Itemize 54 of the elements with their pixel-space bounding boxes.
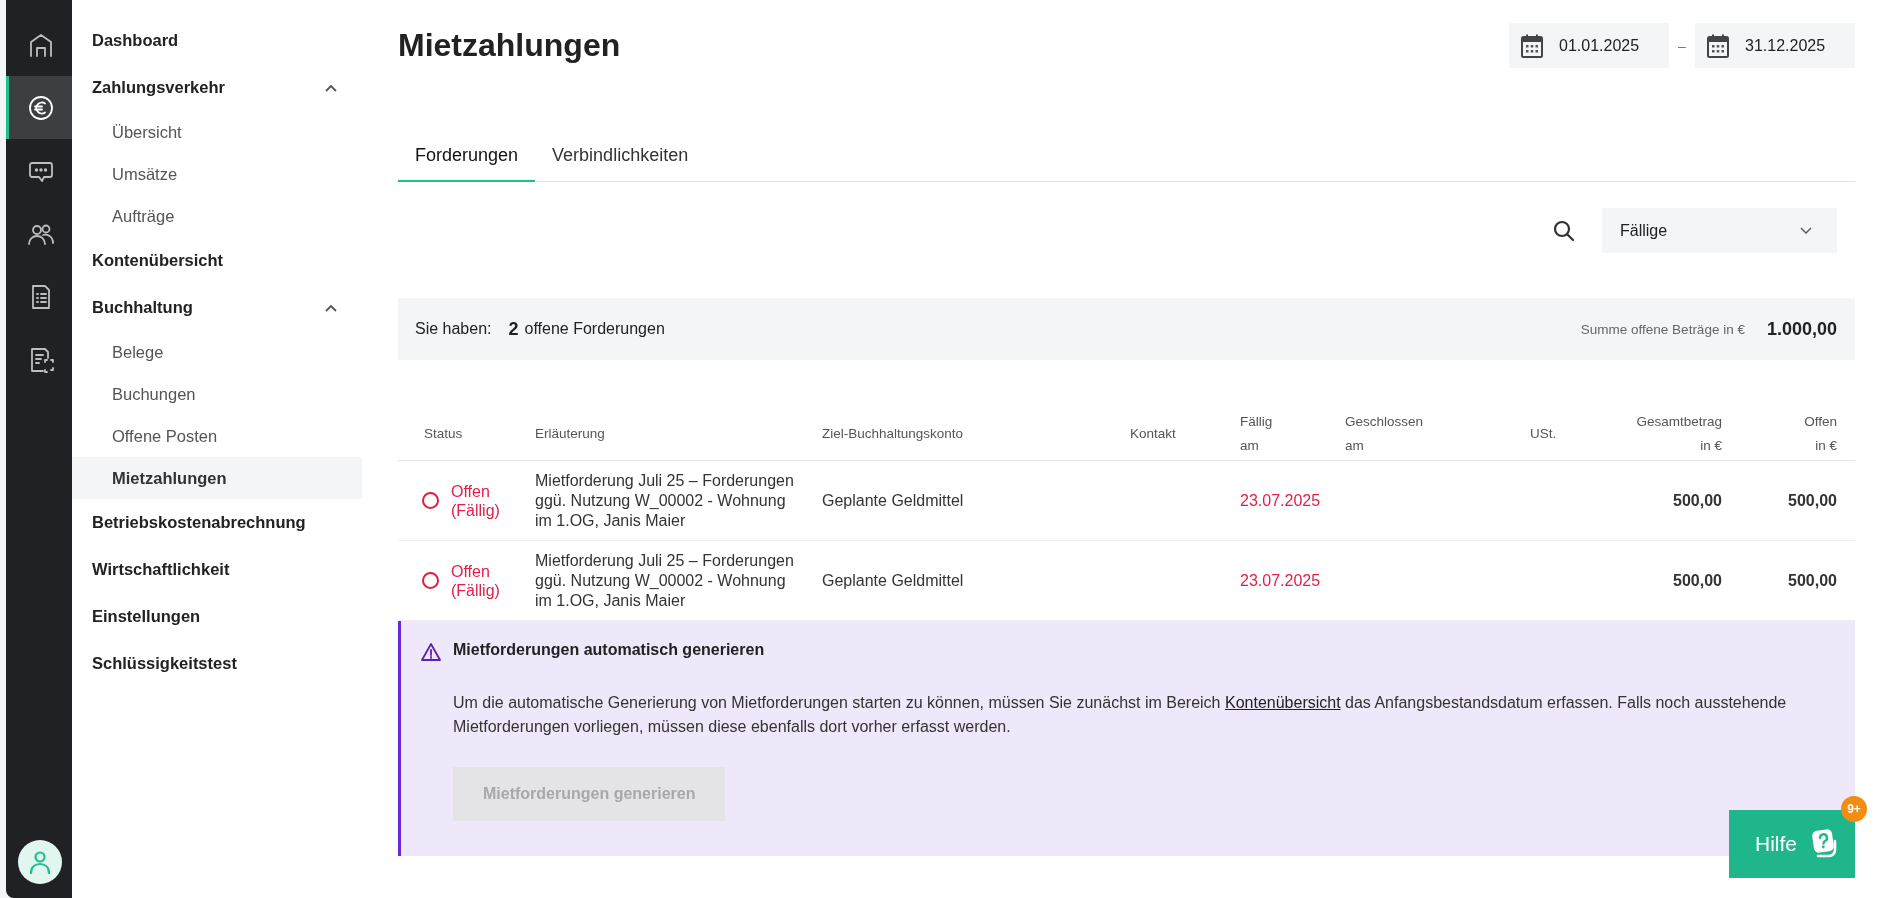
calendar-icon	[1707, 33, 1729, 58]
sidebar-subitem[interactable]: Umsätze	[72, 153, 362, 195]
sidebar-subitem[interactable]: Buchungen	[72, 373, 362, 415]
filter-dropdown[interactable]: Fällige	[1602, 208, 1837, 253]
column-header: Fällig am	[1240, 413, 1273, 455]
sidebar-item[interactable]: Buchhaltung	[72, 284, 362, 331]
column-header: Ziel-Buchhaltungskonto	[822, 425, 964, 443]
page-title: Mietzahlungen	[398, 27, 621, 64]
sidebar-subitem[interactable]: Übersicht	[72, 111, 362, 153]
sidebar-item[interactable]: Kontenübersicht	[72, 237, 362, 284]
column-header: Offen in €	[1804, 413, 1837, 455]
summary-count: 2	[508, 318, 519, 340]
link[interactable]: Kontenübersicht	[1224, 694, 1341, 711]
status-text: Offen (Fällig)	[451, 481, 501, 520]
calendar-icon	[1521, 33, 1543, 58]
column-header: USt.	[1530, 425, 1557, 443]
search-icon[interactable]	[1552, 218, 1576, 243]
status-text: Offen (Fällig)	[451, 561, 501, 600]
sidebar-subitem[interactable]: Offene Posten	[72, 415, 362, 457]
table-cell: 500,00	[1740, 461, 1855, 541]
summary-text: offene Forderungen	[524, 320, 665, 338]
sidebar-subitem[interactable]: Mietzahlungen	[72, 457, 362, 499]
table-cell: Geplante Geldmittel	[822, 461, 1130, 541]
tab[interactable]: Forderungen	[398, 130, 536, 182]
date-separator: –	[1677, 37, 1687, 54]
table-cell: 500,00	[1600, 461, 1740, 541]
sidebar-item[interactable]: Wirtschaftlichkeit	[72, 546, 362, 593]
sidebar-subitem[interactable]: Belege	[72, 331, 362, 373]
column-header: Status	[424, 425, 463, 443]
column-header: Geschlossen am	[1345, 413, 1424, 455]
sidebar-item[interactable]: Zahlungsverkehr	[72, 64, 362, 111]
tab[interactable]: Verbindlichkeiten	[535, 130, 706, 182]
notification-badge: 9+	[1841, 796, 1867, 822]
sidebar-subitem[interactable]: Aufträge	[72, 195, 362, 237]
rail-nav-item[interactable]	[6, 76, 72, 139]
notice-text: Um die automatische Generierung von Mietforderungen starten zu können, müssen Sie zunächst im Bereich Kontenübersicht das Anfangsbestandsdatum erfassen. Falls noch ausstehende Mietforderungen vorliegen, müssen diese ebenfalls dort vorher erfasst werden.	[453, 693, 1788, 737]
sidebar-item[interactable]: Betriebskostenabrechnung	[72, 499, 362, 546]
table-cell: 23.07.2025	[1240, 461, 1345, 541]
date-field[interactable]: 01.01.2025	[1509, 23, 1669, 68]
column-header: Erläuterung	[535, 425, 605, 443]
summary-total: 1.000,00	[1766, 318, 1837, 340]
summary-total-label: Summe offene Beträge in €	[1580, 321, 1745, 337]
sidebar-item[interactable]: Einstellungen	[72, 593, 362, 640]
warning-icon	[421, 642, 441, 662]
column-header: Kontakt	[1130, 425, 1176, 443]
table-cell: Mietforderung Juli 25 – Forderungen ggü. Nutzung W_00002 - Wohnung im 1.OG, Janis Maier	[535, 461, 822, 541]
user-icon	[29, 850, 51, 874]
column-header: Gesamtbetrag in €	[1636, 413, 1722, 455]
notice-title: Mietforderungen automatisch generieren	[453, 641, 766, 660]
sidebar-item[interactable]: Dashboard	[72, 17, 362, 64]
date-field[interactable]: 31.12.2025	[1695, 23, 1855, 68]
sidebar-item[interactable]: Schlüssigkeitstest	[72, 640, 362, 687]
summary-label: Sie haben:	[415, 320, 492, 338]
user-avatar[interactable]	[18, 840, 62, 884]
